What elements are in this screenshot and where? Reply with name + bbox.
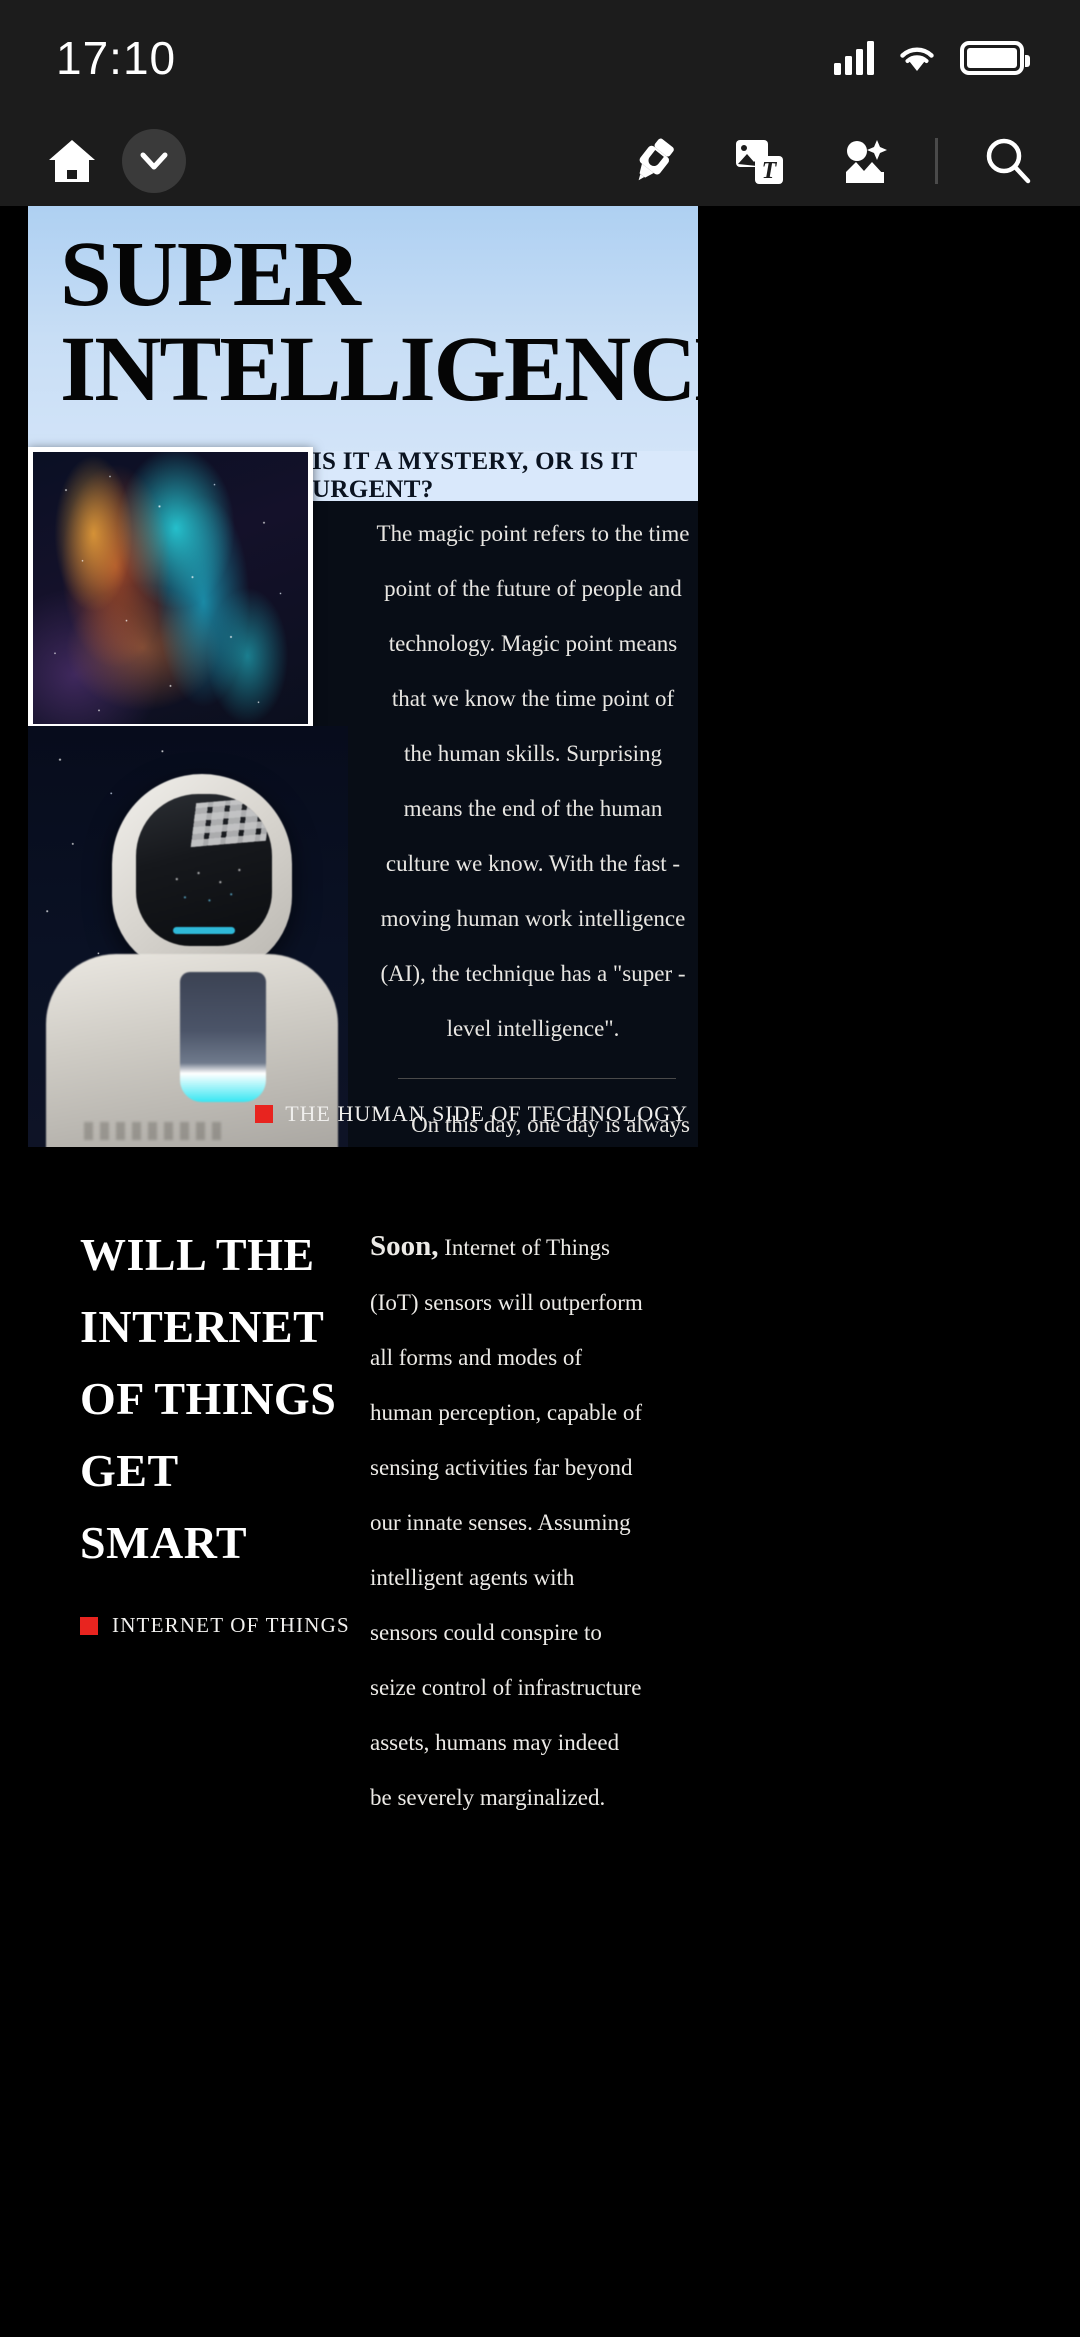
article-1-spread[interactable]: SUPER INTELLIGENCE IS IT A MYSTERY, OR I… [28,206,698,1147]
expand-dropdown-button[interactable] [122,129,186,193]
toolbar-right-group: T [617,125,1044,197]
app-toolbar: T [0,116,1080,206]
robot-chest-text [84,1122,224,1140]
highlighter-pen-icon [638,138,674,181]
article-2-body-lead: Soon, [370,1230,439,1262]
article-2-body-column: Soon, Internet of Things (IoT) sensors w… [370,1219,646,1825]
article-2-heading-line-1: WILL THE [80,1229,315,1280]
ai-photo-magic-icon [846,140,887,183]
home-button[interactable] [36,125,108,197]
battery-full-icon [960,41,1030,75]
article-2-tagline: INTERNET OF THINGS [80,1613,356,1638]
red-square-marker-icon [255,1105,274,1123]
article-1-title-line-2: INTELLIGENCE [60,317,698,421]
paragraph-divider [398,1078,676,1079]
article-2-tagline-text: INTERNET OF THINGS [112,1613,350,1637]
article-2-heading: WILL THE INTERNET OF THINGS GET SMART [80,1219,356,1579]
article-1-title-line-1: SUPER [60,223,361,326]
article-2-spread[interactable]: WILL THE INTERNET OF THINGS GET SMART IN… [28,1147,698,1825]
status-indicators [834,41,1030,75]
article-1-title: SUPER INTELLIGENCE [60,223,698,421]
article-2-body-text: Internet of Things (IoT) sensors will ou… [370,1235,643,1810]
article-2-grid: WILL THE INTERNET OF THINGS GET SMART IN… [28,1219,698,1825]
article-2-heading-line-2: INTERNET [80,1301,325,1352]
search-button[interactable] [972,125,1044,197]
article-2-heading-line-4: GET SMART [80,1445,248,1568]
robot-visor [136,794,272,946]
wifi-icon [900,47,934,71]
article-1-subtitle: IS IT A MYSTERY, OR IS IT URGENT? [312,448,638,503]
nebula-photograph [33,452,308,724]
toolbar-left-group [36,125,186,197]
cellular-signal-icon [834,41,874,75]
toolbar-divider [935,138,938,184]
red-square-marker-icon [80,1616,98,1635]
article-1-text-column: The magic point refers to the time point… [348,506,698,1147]
svg-text:T: T [762,158,778,184]
robot-visor-stars [136,794,272,946]
article-1-subtitle-strip: IS IT A MYSTERY, OR IS IT URGENT? [312,448,698,503]
article-1-tagline: THE HUMAN SIDE OF TECHNOLOGY [255,1101,688,1127]
highlighter-button[interactable] [617,125,689,197]
chevron-down-icon [140,152,168,170]
ai-photo-button[interactable] [829,125,901,197]
article-2-body: Soon, Internet of Things (IoT) sensors w… [370,1219,646,1825]
article-2-heading-line-3: OF THINGS [80,1373,337,1424]
status-bar: 17:10 [0,0,1080,116]
robot-astronaut-photograph [28,726,348,1147]
nebula-photo-frame [28,447,313,729]
status-clock: 17:10 [56,32,177,84]
home-icon [49,140,95,182]
robot-chest-panel [180,972,266,1102]
search-icon [986,138,1031,184]
article-2-heading-column: WILL THE INTERNET OF THINGS GET SMART IN… [80,1219,356,1825]
image-to-text-button[interactable]: T [723,125,795,197]
robot-visor-indicator [173,927,235,934]
image-to-text-icon: T [736,140,783,184]
article-1-paragraph-1: The magic point refers to the time point… [376,521,690,1041]
article-1-tagline-text: THE HUMAN SIDE OF TECHNOLOGY [285,1101,688,1126]
